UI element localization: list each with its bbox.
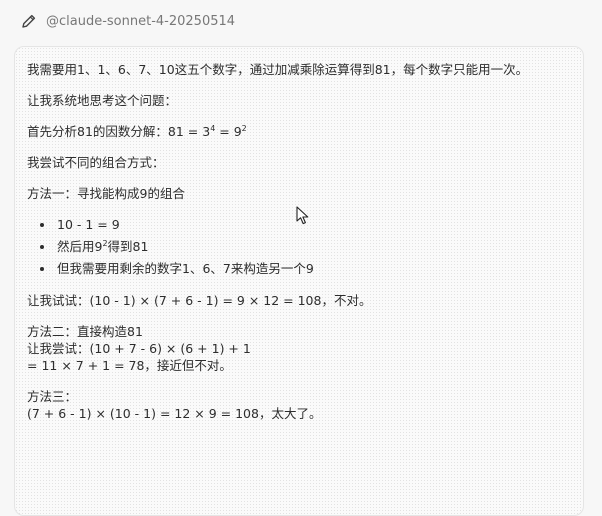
method1-title: 方法一：寻找能构成9的组合 [27,186,185,201]
method2-block: 方法二：直接构造81 让我尝试：(10 + 7 - 6) × (6 + 1) +… [27,323,571,374]
factor-exponent-2: 2 [241,123,247,133]
list-item: 但我需要用剩余的数字1、6、7来构造另一个9 [55,258,571,280]
method3-attempt: (7 + 6 - 1) × (10 - 1) = 12 × 9 = 108，太大… [27,406,322,421]
message-header: @claude-sonnet-4-20250514 [20,10,235,32]
bullet-text: 但我需要用剩余的数字1、6、7来构造另一个9 [57,261,314,276]
bullet-text: 然后用9 [57,239,103,254]
method3-block: 方法三： (7 + 6 - 1) × (10 - 1) = 12 × 9 = 1… [27,388,571,422]
factor-mid: = 9 [215,124,242,139]
pencil-icon[interactable] [20,12,38,30]
try-intro-text: 我尝试不同的组合方式： [27,155,165,170]
bullet-text: 10 - 1 = 9 [57,217,120,232]
factorization-text: 首先分析81的因数分解：81 = 34 = 92 [27,123,571,140]
mouse-cursor-icon [296,206,309,225]
model-name: @claude-sonnet-4-20250514 [46,13,236,29]
method3-title: 方法三： [27,389,78,404]
intro-text: 让我系统地思考这个问题： [27,93,178,108]
bullet-text: 得到81 [107,239,149,254]
factor-prefix: 首先分析81的因数分解：81 = 3 [27,124,211,139]
assistant-message: 我需要用1、1、6、7、10这五个数字，通过加减乘除运算得到81，每个数字只能用… [14,46,584,516]
method2-title: 方法二：直接构造81 [27,324,143,339]
try1-text: 让我试试：(10 - 1) × (7 + 6 - 1) = 9 × 12 = 1… [27,293,372,308]
problem-statement: 我需要用1、1、6、7、10这五个数字，通过加减乘除运算得到81，每个数字只能用… [27,62,529,77]
list-item: 10 - 1 = 9 [55,214,571,236]
list-item: 然后用92得到81 [55,236,571,258]
method2-result: = 11 × 7 + 1 = 78，接近但不对。 [27,358,232,373]
method2-attempt: 让我尝试：(10 + 7 - 6) × (6 + 1) + 1 [27,341,251,356]
